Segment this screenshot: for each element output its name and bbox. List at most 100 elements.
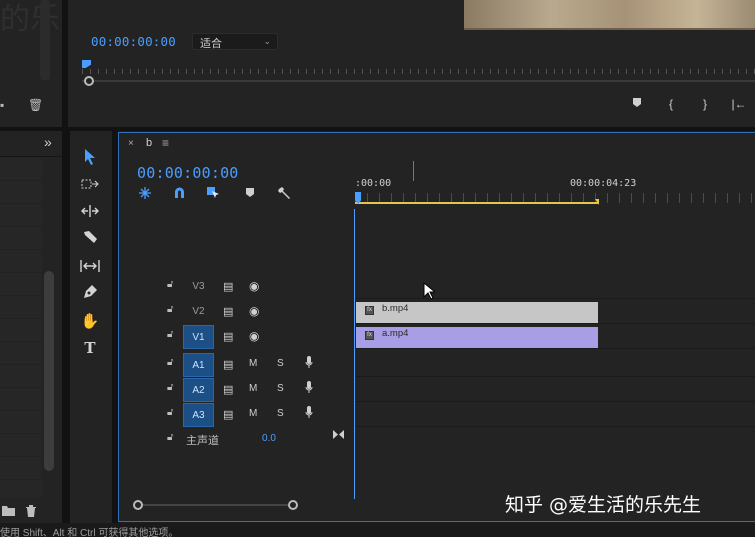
solo-button[interactable]: S — [277, 383, 284, 394]
monitor-time-ruler[interactable] — [82, 64, 755, 74]
panel-divider[interactable] — [62, 131, 70, 523]
solo-button[interactable]: S — [277, 358, 284, 369]
track-target[interactable]: V1 — [183, 325, 214, 349]
nest-sequence-icon[interactable] — [138, 186, 152, 203]
track-lane[interactable] — [356, 378, 755, 402]
track-lane[interactable]: fx b.mp4 — [356, 300, 755, 324]
timeline-time-ruler[interactable]: :00:00 00:00:04:23 — [355, 161, 755, 209]
trash-icon[interactable] — [26, 505, 36, 520]
video-clip-a[interactable]: fx a.mp4 — [356, 327, 598, 348]
track-lane[interactable] — [356, 403, 755, 427]
sync-lock-icon[interactable]: ▤ — [223, 330, 233, 343]
master-volume-value[interactable]: 0.0 — [262, 433, 276, 444]
track-select-tool-icon[interactable] — [78, 175, 102, 197]
fit-zoom-value: 适合 — [200, 38, 222, 50]
fit-zoom-select[interactable]: 适合 ⌄ — [192, 33, 278, 50]
lock-icon[interactable]: 🔓︎ — [167, 357, 173, 368]
go-to-end-icon[interactable] — [333, 430, 344, 442]
mute-button[interactable]: M — [249, 383, 257, 394]
project-panel-header: » — [0, 131, 62, 157]
track-header: 🔓︎ A3 ▤ M S — [119, 403, 355, 427]
project-scrollbar[interactable] — [44, 271, 54, 471]
sync-lock-icon[interactable]: ▤ — [223, 408, 233, 421]
clip-name: b.mp4 — [382, 303, 409, 314]
close-icon[interactable]: × — [128, 138, 134, 149]
sequence-tab[interactable]: b — [146, 137, 152, 149]
lock-icon[interactable]: 🔓︎ — [167, 304, 173, 315]
timeline-zoom-scrollbar[interactable] — [133, 499, 298, 511]
add-marker-icon[interactable] — [245, 186, 255, 201]
scroll-end-handle[interactable] — [288, 500, 298, 510]
track-target[interactable]: V3 — [183, 275, 214, 299]
master-track-label: 主声道 — [186, 435, 219, 447]
chevron-down-icon: ⌄ — [263, 36, 271, 46]
go-to-in-icon[interactable]: |← — [722, 97, 755, 113]
panel-menu-icon[interactable]: ≡ — [162, 136, 169, 150]
wrench-settings-icon[interactable] — [277, 186, 291, 203]
project-item-list[interactable] — [0, 158, 42, 498]
sync-lock-icon[interactable]: ▤ — [223, 280, 233, 293]
lock-icon[interactable]: 🔓︎ — [167, 407, 173, 418]
solo-button[interactable]: S — [277, 408, 284, 419]
track-target[interactable]: V2 — [183, 300, 214, 324]
marker-icon[interactable] — [620, 97, 654, 113]
track-target[interactable]: A1 — [183, 353, 214, 377]
razor-tool-icon[interactable] — [78, 229, 102, 251]
scroll-handle[interactable] — [84, 76, 94, 86]
program-monitor: 00:00:00:00 适合 ⌄ { } |← — [68, 0, 755, 127]
sync-lock-icon[interactable]: ▤ — [223, 383, 233, 396]
track-header: 🔓︎ V2 ▤ ◉ — [119, 300, 355, 324]
selection-tool-icon[interactable] — [78, 149, 102, 171]
timeline-panel: × b ≡ 00:00:00:00 :00:00 00:00:04:23 🔓︎ … — [118, 132, 755, 522]
new-bin-icon[interactable] — [2, 505, 15, 519]
timeline-timecode[interactable]: 00:00:00:00 — [137, 164, 239, 182]
lock-icon[interactable]: 🔓︎ — [167, 329, 173, 340]
sync-lock-icon[interactable]: ▤ — [223, 358, 233, 371]
eye-icon[interactable]: ◉ — [249, 279, 259, 293]
lock-icon[interactable]: 🔓︎ — [167, 432, 173, 443]
track-target[interactable]: A3 — [183, 403, 214, 427]
hand-tool-icon[interactable]: ✋ — [78, 311, 102, 333]
linked-selection-icon[interactable] — [206, 186, 220, 203]
trash-icon[interactable]: 🗑 — [28, 98, 43, 112]
top-left-scrollbar[interactable] — [40, 0, 50, 80]
video-clip-b[interactable]: fx b.mp4 — [356, 302, 598, 323]
monitor-zoom-scrollbar[interactable] — [82, 76, 755, 86]
mute-button[interactable]: M — [249, 358, 257, 369]
slip-tool-icon[interactable] — [78, 257, 102, 279]
track-lane[interactable] — [356, 275, 755, 299]
expand-panels-icon[interactable]: » — [44, 134, 52, 150]
sync-lock-icon[interactable]: ▤ — [223, 305, 233, 318]
work-area-bar[interactable] — [355, 202, 598, 204]
scroll-start-handle[interactable] — [133, 500, 143, 510]
project-panel: » — [0, 131, 62, 523]
lock-icon[interactable]: 🔓︎ — [167, 279, 173, 290]
mark-in-icon[interactable]: { — [654, 97, 688, 113]
snap-magnet-icon[interactable] — [173, 186, 186, 202]
microphone-icon[interactable] — [305, 406, 313, 422]
eye-icon[interactable]: ◉ — [249, 304, 259, 318]
mute-button[interactable]: M — [249, 408, 257, 419]
track-lane[interactable]: fx a.mp4 — [356, 325, 755, 349]
playhead-line — [354, 209, 355, 499]
track-header: 🔓︎ A1 ▤ M S — [119, 353, 355, 377]
folder-icon[interactable]: ▪ — [0, 98, 4, 112]
microphone-icon[interactable] — [305, 356, 313, 372]
monitor-playhead[interactable] — [82, 60, 92, 74]
project-footer — [0, 503, 62, 523]
pen-tool-icon[interactable] — [78, 284, 102, 306]
ruler-major-tick — [413, 161, 414, 181]
monitor-timecode[interactable]: 00:00:00:00 — [91, 34, 176, 49]
microphone-icon[interactable] — [305, 381, 313, 397]
track-header: 🔓︎ V1 ▤ ◉ — [119, 325, 355, 349]
track-target[interactable]: A2 — [183, 378, 214, 402]
type-tool-icon[interactable]: T — [78, 337, 102, 359]
track-v2: 🔓︎ V2 ▤ ◉ fx b.mp4 — [119, 300, 755, 324]
eye-icon[interactable]: ◉ — [249, 329, 259, 343]
mark-out-icon[interactable]: } — [688, 97, 722, 113]
ripple-edit-tool-icon[interactable] — [78, 202, 102, 224]
watermark-text: 知乎 @爱生活的乐先生 — [505, 494, 702, 516]
lock-icon[interactable]: 🔓︎ — [167, 382, 173, 393]
track-lane[interactable] — [356, 353, 755, 377]
ruler-end-time: 00:00:04:23 — [570, 178, 637, 189]
